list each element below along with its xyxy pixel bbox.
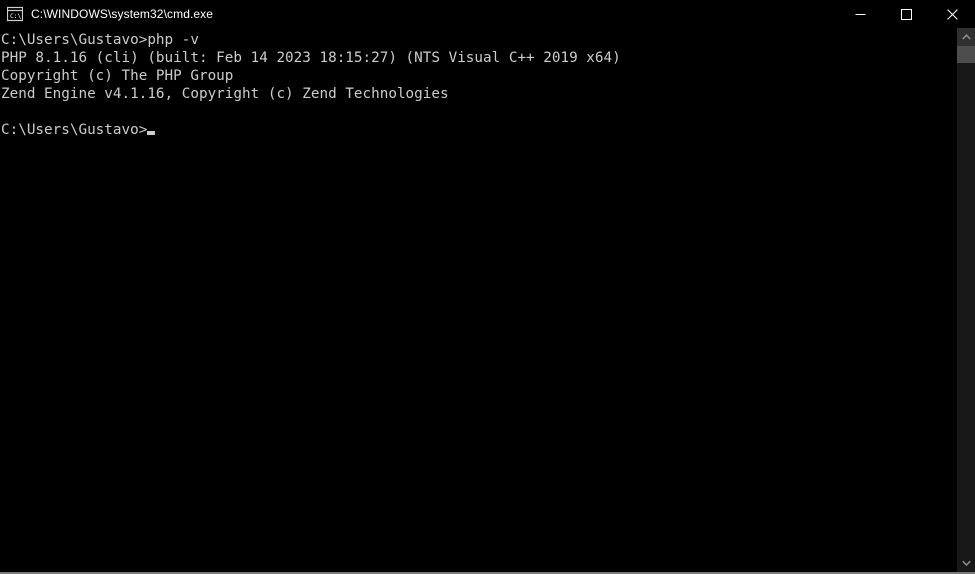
scrollbar-track[interactable] <box>957 46 975 554</box>
text-cursor <box>147 131 156 135</box>
prompt-text: C:\Users\Gustavo> <box>1 122 148 138</box>
close-icon <box>946 8 958 20</box>
minimize-button[interactable] <box>837 0 883 28</box>
close-button[interactable] <box>929 0 975 28</box>
chevron-up-icon <box>961 34 971 40</box>
command-prompt-line[interactable]: C:\Users\Gustavo> <box>1 121 957 139</box>
vertical-scrollbar[interactable] <box>957 28 975 572</box>
cmd-window: C:\ C:\WINDOWS\system32\cmd.exe C:\Users… <box>0 0 975 574</box>
minimize-icon <box>855 13 865 15</box>
cmd-console-icon: C:\ <box>6 6 24 22</box>
svg-text:C:\: C:\ <box>10 13 21 20</box>
chevron-down-icon <box>961 560 971 566</box>
scroll-up-button[interactable] <box>957 28 975 46</box>
console-output-area[interactable]: C:\Users\Gustavo>php -v PHP 8.1.16 (cli)… <box>0 28 957 572</box>
maximize-button[interactable] <box>883 0 929 28</box>
console-line: Zend Engine v4.1.16, Copyright (c) Zend … <box>1 86 449 102</box>
window-title: C:\WINDOWS\system32\cmd.exe <box>31 7 214 21</box>
console-line: C:\Users\Gustavo>php -v <box>1 32 199 48</box>
scrollbar-thumb[interactable] <box>957 46 975 63</box>
console-line: PHP 8.1.16 (cli) (built: Feb 14 2023 18:… <box>1 50 621 66</box>
scroll-down-button[interactable] <box>957 554 975 572</box>
window-controls <box>837 0 975 28</box>
maximize-icon <box>900 8 912 20</box>
console-line: Copyright (c) The PHP Group <box>1 68 234 84</box>
title-bar[interactable]: C:\ C:\WINDOWS\system32\cmd.exe <box>0 0 975 28</box>
console-lines: C:\Users\Gustavo>php -v PHP 8.1.16 (cli)… <box>0 28 957 139</box>
